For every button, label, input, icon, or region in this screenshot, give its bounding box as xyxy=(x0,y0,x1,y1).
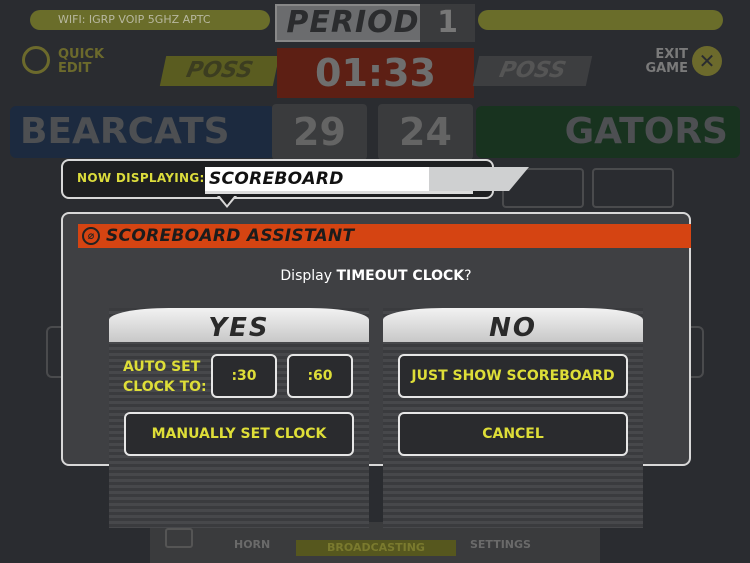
now-displaying-bar: NOW DISPLAYING: SCOREBOARD xyxy=(61,159,529,199)
prompt-suffix: ? xyxy=(464,268,472,284)
close-icon: ✕ xyxy=(692,46,722,76)
auto-set-line2: CLOCK TO: xyxy=(123,379,207,395)
period-number: 1 xyxy=(420,4,475,42)
quick-edit-label: QUICK EDIT xyxy=(58,47,105,76)
no-header: NO xyxy=(383,308,643,343)
dialog-header: ⌀ SCOREBOARD ASSISTANT xyxy=(78,224,691,248)
away-team-name: GATORS xyxy=(476,106,740,158)
broadcasting-badge[interactable]: BROADCASTING xyxy=(296,540,456,556)
horn-button[interactable]: HORN xyxy=(234,538,270,551)
set-30-button[interactable]: :30 xyxy=(211,354,277,398)
stat-box[interactable] xyxy=(592,168,674,208)
now-displaying-stripe xyxy=(205,191,473,194)
auto-set-line1: AUTO SET xyxy=(123,359,201,375)
possession-left[interactable]: POSS xyxy=(159,56,280,86)
home-score[interactable]: 29 xyxy=(272,104,367,160)
dialog-prompt: Display TIMEOUT CLOCK? xyxy=(63,268,689,284)
possession-right[interactable]: POSS xyxy=(472,56,593,86)
set-60-button[interactable]: :60 xyxy=(287,354,353,398)
prompt-prefix: Display xyxy=(280,268,337,284)
no-column: NO JUST SHOW SCOREBOARD CANCEL xyxy=(383,308,643,528)
yes-column: YES AUTO SET CLOCK TO: :30 :60 MANUALLY … xyxy=(109,308,369,528)
dialog-title: SCOREBOARD ASSISTANT xyxy=(106,226,355,246)
wifi-status: WIFI: IGRP VOIP 5GHZ APTC xyxy=(30,10,270,30)
prompt-highlight: TIMEOUT CLOCK xyxy=(336,268,465,284)
away-score[interactable]: 24 xyxy=(378,104,473,160)
pencil-icon xyxy=(22,46,50,74)
now-displaying-value: SCOREBOARD xyxy=(205,167,429,191)
camera-icon[interactable] xyxy=(165,528,193,548)
just-show-scoreboard-button[interactable]: JUST SHOW SCOREBOARD xyxy=(398,354,628,398)
status-bar-right xyxy=(478,10,723,30)
home-team-name: BEARCATS xyxy=(10,106,275,158)
settings-button[interactable]: SETTINGS xyxy=(470,538,531,551)
game-clock[interactable]: 01:33 xyxy=(277,48,474,98)
now-displaying-label: NOW DISPLAYING: xyxy=(77,171,205,185)
yes-header: YES xyxy=(109,308,369,343)
scoreboard-assistant-icon: ⌀ xyxy=(82,227,100,245)
auto-set-label: AUTO SET CLOCK TO: xyxy=(123,357,207,397)
manually-set-clock-button[interactable]: MANUALLY SET CLOCK xyxy=(124,412,354,456)
cancel-button[interactable]: CANCEL xyxy=(398,412,628,456)
exit-game-label: EXIT GAME xyxy=(645,47,688,76)
callout-pointer-inner xyxy=(219,195,235,205)
